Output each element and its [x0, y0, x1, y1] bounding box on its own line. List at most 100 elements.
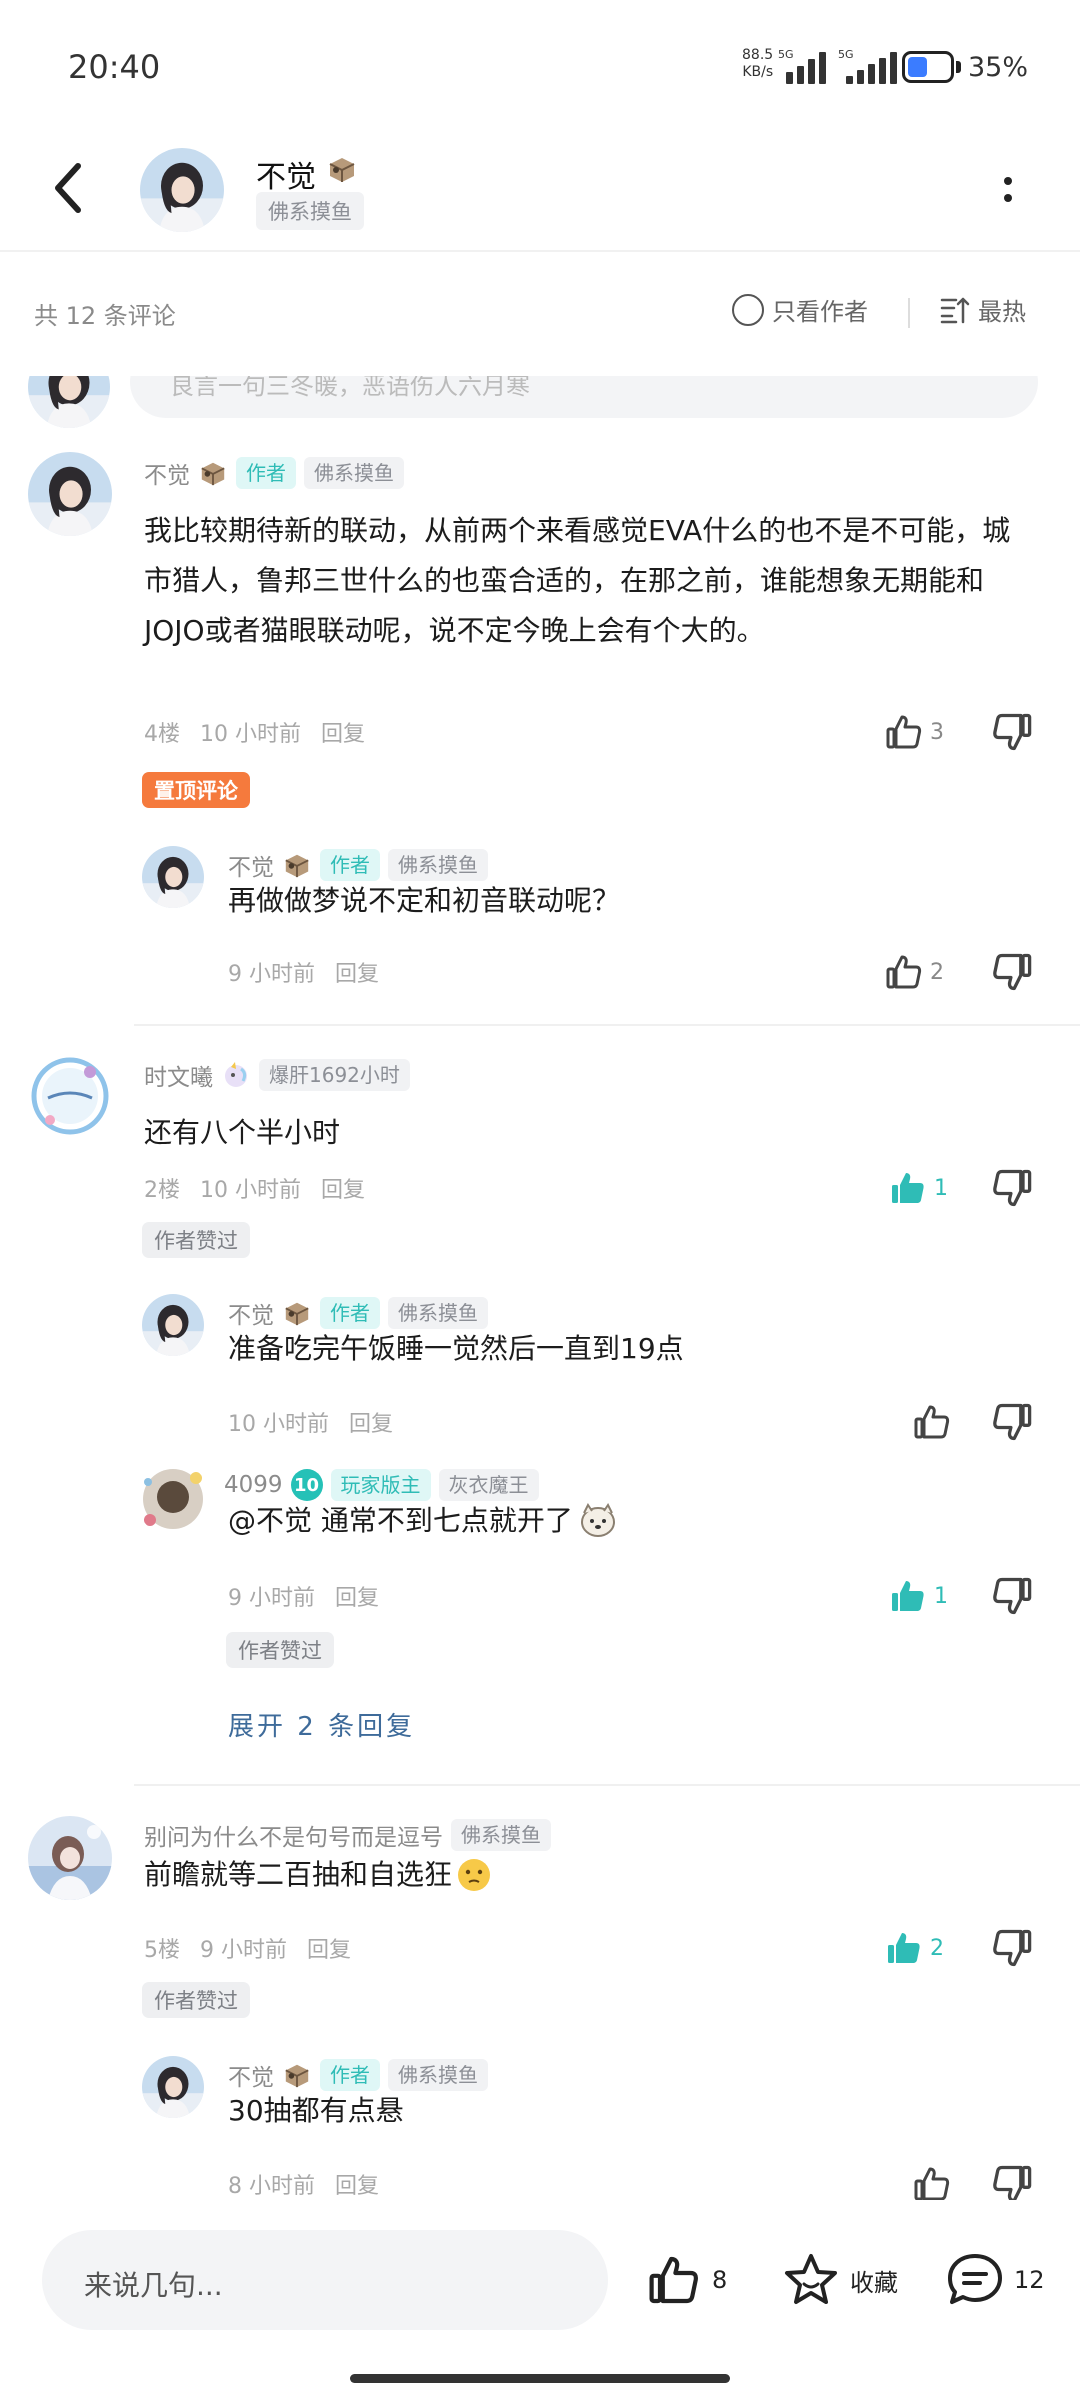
comment-user-row: 不觉 作者 佛系摸鱼 — [144, 456, 404, 490]
home-indicator[interactable] — [350, 2374, 730, 2383]
post-header: 不觉 佛系摸鱼 — [0, 130, 1080, 252]
medal-badge-icon — [282, 851, 312, 879]
sort-button[interactable]: 最热 — [940, 292, 1026, 327]
like-count: 2 — [930, 959, 944, 985]
author-liked-badge: 作者赞过 — [226, 1632, 334, 1668]
user-tag: 佛系摸鱼 — [304, 457, 404, 489]
user-tag: 佛系摸鱼 — [451, 1819, 551, 1851]
like-count: 3 — [930, 719, 944, 745]
timestamp: 10 小时前 — [200, 722, 301, 747]
reply-text-row: @不觉 通常不到七点就开了 — [228, 1496, 617, 1546]
reply-text: 准备吃完午饭睡一觉然后一直到19点 — [228, 1332, 684, 1365]
signal-icon — [786, 50, 826, 84]
thumb-down-icon[interactable] — [990, 1574, 1034, 1618]
author-name[interactable]: 不觉 — [256, 152, 316, 196]
divider — [908, 298, 910, 328]
avatar[interactable] — [28, 1054, 112, 1138]
status-bar: 20:40 88.5 KB/s 5G 5G 35% — [0, 0, 1080, 130]
like-button[interactable]: 3 — [884, 710, 944, 754]
thumb-up-icon — [884, 712, 924, 752]
reply-button[interactable]: 回复 — [335, 956, 379, 988]
comment-text: 我比较期待新的联动，从前两个来看感觉EVA什么的也不是不可能，城市猎人，鲁邦三世… — [144, 514, 1011, 647]
avatar[interactable] — [28, 452, 112, 536]
reply-button[interactable]: 回复 — [335, 2168, 379, 2200]
thumb-down-icon[interactable] — [990, 710, 1034, 754]
signal-icon-2 — [846, 50, 897, 84]
avatar[interactable] — [142, 2056, 204, 2118]
comment-list[interactable]: 良言一句三冬暖，恶语伤人六月寒 不觉 作者 佛系摸鱼 我比较期待新的联动，从前两… — [0, 376, 1080, 2200]
avatar[interactable] — [136, 1462, 210, 1536]
reply-input-bubble[interactable]: 良言一句三冬暖，恶语伤人六月寒 — [130, 376, 1038, 418]
reply-button[interactable]: 回复 — [335, 1580, 379, 1612]
timestamp: 10 小时前 — [228, 1412, 329, 1437]
floor-number: 2楼 — [144, 1178, 180, 1203]
thumb-down-icon[interactable] — [990, 1166, 1034, 1210]
reply-button[interactable]: 回复 — [349, 1406, 393, 1438]
comment-text: 还有八个半小时 — [144, 1116, 341, 1149]
comment-input[interactable]: 来说几句... — [42, 2230, 608, 2330]
thumb-down-icon[interactable] — [990, 1926, 1034, 1970]
medal-badge-icon — [326, 154, 358, 184]
like-button[interactable] — [912, 1400, 952, 1444]
like-button[interactable]: 1 — [888, 1166, 948, 1210]
back-button[interactable] — [48, 160, 98, 220]
comment-user-row: 时文曦 爆肝1692小时 — [144, 1058, 410, 1092]
like-count: 2 — [930, 1935, 944, 1961]
like-button[interactable]: 1 — [888, 1574, 948, 1618]
comment-count: 共 12 条评论 — [34, 302, 176, 330]
reply-meta: 10 小时前 回复 — [228, 1406, 393, 1438]
medal-badge-icon — [198, 459, 228, 487]
thumb-down-icon[interactable] — [990, 1400, 1034, 1444]
comments-button[interactable]: 12 — [946, 2252, 1045, 2308]
avatar[interactable] — [28, 1816, 112, 1900]
sort-icon — [940, 297, 970, 323]
comment-text: 前瞻就等二百抽和自选狂 — [144, 1858, 453, 1891]
like-button[interactable] — [912, 2162, 952, 2200]
author-avatar[interactable] — [140, 148, 224, 232]
thumb-up-filled-icon — [884, 1928, 924, 1968]
timestamp: 9 小时前 — [228, 1586, 315, 1611]
comment-filter-bar: 共 12 条评论 只看作者 最热 — [0, 252, 1080, 376]
username[interactable]: 不觉 — [144, 456, 190, 490]
timestamp: 10 小时前 — [200, 1178, 301, 1203]
like-button[interactable]: 2 — [884, 950, 944, 994]
like-button[interactable]: 2 — [884, 1926, 944, 1970]
username[interactable]: 时文曦 — [144, 1058, 213, 1092]
unicorn-badge-icon — [225, 1062, 247, 1087]
avatar[interactable] — [142, 1294, 204, 1356]
comment-meta: 4楼 10 小时前 回复 — [144, 716, 365, 748]
author-tag: 佛系摸鱼 — [256, 192, 364, 230]
more-options-button[interactable] — [996, 174, 1020, 214]
thumb-up-icon — [646, 2252, 702, 2308]
author-tag: 作者 — [236, 457, 296, 489]
avatar[interactable] — [28, 376, 110, 428]
reply-button[interactable]: 回复 — [321, 716, 365, 748]
thumb-down-icon[interactable] — [990, 2162, 1034, 2200]
medal-badge-icon — [282, 1299, 312, 1327]
comment-text-row: 前瞻就等二百抽和自选狂 — [144, 1850, 492, 1900]
username[interactable]: 4099 — [224, 1472, 283, 1498]
reply-text: 再做做梦说不定和初音联动呢？ — [228, 884, 621, 917]
user-tag: 爆肝1692小时 — [259, 1059, 410, 1091]
like-count: 1 — [934, 1583, 948, 1609]
only-author-toggle[interactable]: 只看作者 — [732, 292, 868, 327]
thumb-up-icon — [912, 2164, 952, 2200]
floor-number: 5楼 — [144, 1938, 180, 1963]
battery-icon — [902, 51, 954, 83]
avatar[interactable] — [142, 846, 204, 908]
username[interactable]: 别问为什么不是句号而是逗号 — [144, 1818, 443, 1852]
back-arrow-icon — [55, 163, 81, 213]
reply-text: 30抽都有点悬 — [228, 2094, 404, 2127]
reply-button[interactable]: 回复 — [307, 1932, 351, 1964]
floor-number: 4楼 — [144, 722, 180, 747]
thumb-down-icon[interactable] — [990, 950, 1034, 994]
post-like-button[interactable]: 8 — [646, 2252, 727, 2308]
author-liked-badge: 作者赞过 — [142, 1982, 250, 2018]
pinned-badge: 置顶评论 — [142, 772, 250, 808]
reply-meta: 8 小时前 回复 — [228, 2168, 379, 2200]
reply-button[interactable]: 回复 — [321, 1172, 365, 1204]
comment-user-row: 别问为什么不是句号而是逗号 佛系摸鱼 — [144, 1818, 551, 1852]
expand-replies-button[interactable]: 展开 2 条回复 — [228, 1706, 415, 1743]
reply-text: @不觉 通常不到七点就开了 — [228, 1504, 573, 1537]
favorite-button[interactable]: 收藏 — [782, 2252, 898, 2308]
